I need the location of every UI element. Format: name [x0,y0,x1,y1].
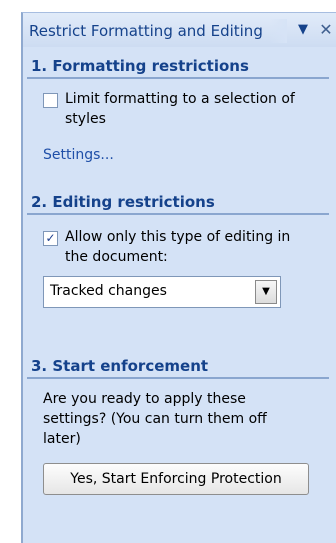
editing-type-select-value: Tracked changes [50,283,167,299]
settings-link[interactable]: Settings... [43,147,114,163]
start-enforcing-protection-button[interactable]: Yes, Start Enforcing Protection [43,463,309,495]
allow-editing-type-checkbox[interactable]: ✓ [43,231,58,246]
formatting-restrictions-heading: 1. Formatting restrictions [27,57,329,79]
limit-formatting-label-line1: Limit formatting to a selection of [65,91,295,107]
restrict-editing-pane: Restrict Formatting and Editing ▼ ✕ 1. F… [21,12,336,543]
chevron-down-icon[interactable]: ▼ [255,280,277,304]
pane-menu-icon[interactable]: ▼ [295,21,311,39]
pane-titlebar: Restrict Formatting and Editing ▼ ✕ [23,13,336,47]
limit-formatting-checkbox[interactable] [43,93,58,108]
enforcement-question-line1: Are you ready to apply these [43,391,246,407]
enforcement-question-line3: later) [43,431,81,447]
allow-editing-type-label-line2: the document: [65,249,168,265]
allow-editing-type-label-line1: Allow only this type of editing in [65,229,291,245]
enforcement-question-line2: settings? (You can turn them off [43,411,267,427]
editing-type-select[interactable]: Tracked changes ▼ [43,276,281,308]
editing-restrictions-heading: 2. Editing restrictions [27,193,329,215]
close-icon[interactable]: ✕ [318,21,334,39]
limit-formatting-label-line2: styles [65,111,106,127]
pane-title: Restrict Formatting and Editing [29,22,263,40]
title-fade [269,19,287,43]
start-enforcement-heading: 3. Start enforcement [27,357,329,379]
